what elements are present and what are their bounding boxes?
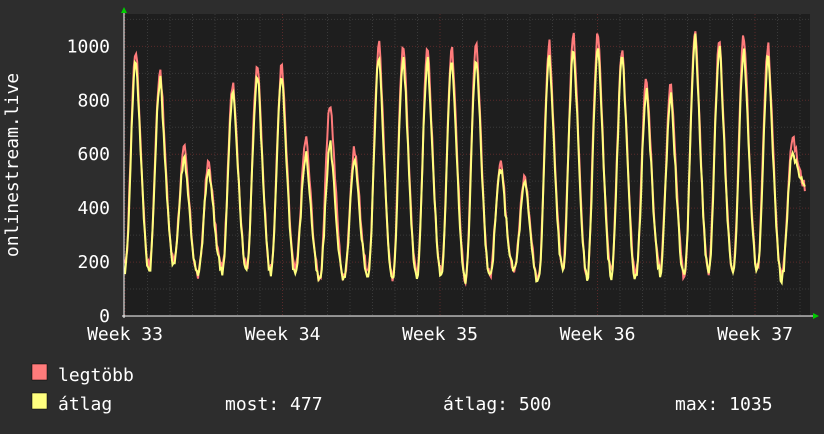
y-tick-label: 200 xyxy=(77,252,110,273)
y-axis-arrow xyxy=(121,7,127,13)
y-axis-label: onlinestream.live xyxy=(2,73,23,257)
stat-average: átlag: 500 xyxy=(443,394,551,415)
legend-swatch-atlag xyxy=(31,392,48,410)
y-tick-label: 1000 xyxy=(67,36,110,57)
x-tick-labels: Week 33 Week 34 Week 35 Week 36 Week 37 xyxy=(87,324,793,345)
y-tick-label: 400 xyxy=(77,198,110,219)
x-tick-label: Week 37 xyxy=(717,324,793,345)
x-tick-label: Week 34 xyxy=(245,324,321,345)
x-axis-arrow xyxy=(813,313,819,319)
x-tick-label: Week 36 xyxy=(560,324,636,345)
stat-now: most: 477 xyxy=(225,394,323,415)
legend-label-legtobb: legtöbb xyxy=(58,365,134,386)
y-tick-label: 600 xyxy=(77,144,110,165)
legend-label-atlag: átlag xyxy=(58,394,112,415)
x-tick-label: Week 35 xyxy=(402,324,478,345)
chart: 0 200 400 600 800 1000 Week 33 Week 34 Week 35 W… xyxy=(0,0,824,430)
legend-swatch-legtobb xyxy=(31,363,48,381)
y-tick-label: 800 xyxy=(77,90,110,111)
x-tick-label: Week 33 xyxy=(87,324,163,345)
stat-max: max: 1035 xyxy=(675,394,773,415)
y-tick-labels: 02004006008001000 xyxy=(67,36,110,327)
